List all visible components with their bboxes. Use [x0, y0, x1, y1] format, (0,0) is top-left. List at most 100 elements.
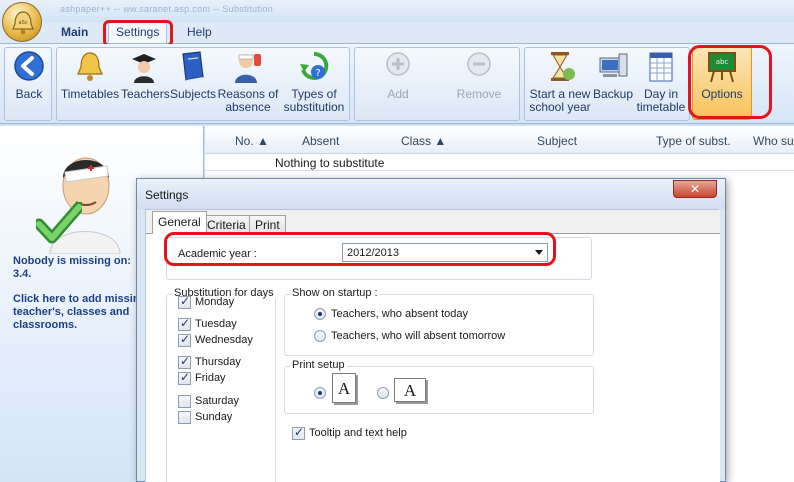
col-no[interactable]: No. ▲ — [235, 134, 269, 148]
tab-main[interactable]: Main — [61, 25, 88, 39]
settings-dialog: Settings ✕ Criteria Print General Academ… — [136, 178, 726, 482]
svg-text:?: ? — [315, 68, 320, 79]
options-button[interactable]: abc Options — [697, 50, 747, 101]
reasons-of-absence-button[interactable]: Reasons of absence — [217, 50, 279, 114]
computer-icon — [599, 53, 628, 77]
academic-year-value: 2012/2013 — [347, 247, 399, 259]
remove-button[interactable]: Remove — [454, 50, 504, 101]
col-type[interactable]: Type of subst. — [656, 134, 731, 148]
startup-group — [284, 294, 594, 356]
print-setup-label: Print setup — [290, 359, 347, 371]
add-missing-hint[interactable]: Click here to add missin teacher's, clas… — [13, 293, 140, 332]
startup-today-label: Teachers, who absent today — [331, 308, 468, 320]
reasons-label-2: absence — [225, 100, 271, 114]
status-line-1: Nobody is missing on: — [13, 255, 131, 267]
hourglass-icon — [551, 52, 575, 81]
menu-bar: Main Settings Help — [0, 22, 794, 44]
bell-icon — [77, 52, 103, 81]
refresh-question-icon: ? — [300, 51, 329, 80]
day-label: Wednesday — [195, 334, 253, 346]
col-subject[interactable]: Subject — [537, 134, 577, 148]
book-icon — [182, 51, 204, 82]
back-button[interactable]: Back — [10, 50, 48, 101]
tab-criteria[interactable]: Criteria — [201, 215, 252, 234]
academic-year-select[interactable]: 2012/2013 — [342, 243, 548, 262]
radio-tomorrow[interactable] — [314, 330, 326, 342]
academic-year-label: Academic year : — [176, 248, 259, 260]
portrait-page-icon[interactable]: A — [332, 373, 356, 403]
day-check[interactable] — [178, 354, 191, 369]
status-message: Nobody is missing on: 3.4. — [13, 255, 131, 281]
reasons-label-1: Reasons of — [217, 87, 279, 101]
subjects-button[interactable]: Subjects — [170, 50, 217, 101]
checkmark-icon — [36, 202, 82, 244]
dialog-tabs: Criteria Print General — [146, 210, 720, 235]
bell-icon: aSc — [12, 11, 34, 35]
hint-line-1: Click here to add missin — [13, 293, 140, 305]
dialog-client: Criteria Print General Academic year : 2… — [145, 209, 720, 482]
app-menu-button[interactable]: aSc — [2, 2, 42, 42]
day-label: Friday — [195, 372, 226, 384]
day-label: Saturday — [195, 395, 240, 407]
day-check[interactable] — [178, 370, 191, 385]
day-label-1: Day in — [643, 87, 678, 101]
radio-landscape[interactable] — [377, 387, 389, 399]
startup-label: Show on startup : — [290, 287, 380, 299]
window-title: ashpaper++ -- ww.saranet.asp.com -- Subs… — [60, 4, 273, 14]
tab-settings[interactable]: Settings — [108, 22, 168, 43]
options-label: Options — [701, 87, 743, 101]
backup-button[interactable]: Backup — [592, 50, 634, 101]
types-label-2: substitution — [283, 100, 345, 114]
graduate-icon — [132, 54, 156, 83]
start-label-2: school year — [529, 100, 591, 114]
minus-circle-icon — [467, 52, 491, 76]
subjects-label: Subjects — [170, 87, 217, 101]
day-check[interactable] — [178, 395, 191, 408]
back-arrow-icon — [14, 51, 44, 81]
day-in-timetable-button[interactable]: Day in timetable — [636, 50, 686, 114]
types-of-substitution-button[interactable]: ? Types of substitution — [280, 50, 348, 114]
plus-circle-icon — [386, 52, 410, 76]
print-setup-group — [284, 366, 594, 414]
tab-general[interactable]: General — [152, 211, 207, 235]
timetables-button[interactable]: Timetables — [60, 50, 120, 101]
col-who[interactable]: Who su — [753, 134, 794, 148]
empty-list-text: Nothing to substitute — [275, 156, 385, 170]
dialog-title-bar[interactable]: Settings ✕ — [137, 179, 725, 209]
hint-line-3: classrooms. — [13, 319, 78, 331]
hint-line-2: teacher's, classes and — [13, 306, 130, 318]
backup-label: Backup — [592, 87, 634, 101]
day-check[interactable] — [178, 316, 191, 331]
col-class[interactable]: Class ▲ — [401, 134, 446, 148]
col-absent[interactable]: Absent — [302, 134, 339, 148]
day-label: Sunday — [195, 411, 233, 423]
svg-text:aSc: aSc — [19, 20, 28, 26]
start-label-1: Start a new — [529, 87, 591, 101]
start-new-school-year-button[interactable]: Start a new school year — [529, 50, 591, 114]
teachers-button[interactable]: Teachers — [121, 50, 170, 101]
tooltip-check[interactable] — [292, 425, 305, 440]
dialog-title: Settings — [145, 188, 189, 202]
sick-person-icon — [235, 54, 261, 83]
close-button[interactable]: ✕ — [673, 180, 717, 198]
timetables-label: Timetables — [60, 87, 120, 101]
day-label: Monday — [195, 296, 235, 308]
radio-portrait[interactable] — [314, 387, 326, 399]
tab-print[interactable]: Print — [249, 215, 286, 234]
landscape-page-icon[interactable]: A — [394, 378, 426, 402]
general-page: Academic year : 2012/2013 Substitution f… — [146, 232, 720, 482]
day-check[interactable] — [178, 294, 191, 309]
svg-text:abc: abc — [716, 58, 729, 66]
list-header: No. ▲ Absent Class ▲ Subject Type of sub… — [205, 126, 794, 154]
day-label: Thursday — [195, 356, 241, 368]
day-check[interactable] — [178, 332, 191, 347]
day-label: Tuesday — [195, 318, 237, 330]
remove-label: Remove — [456, 87, 502, 101]
radio-today[interactable] — [314, 308, 326, 320]
tooltip-label: Tooltip and text help — [309, 427, 407, 439]
calendar-icon — [649, 52, 673, 82]
add-button[interactable]: Add — [380, 50, 416, 101]
day-check[interactable] — [178, 411, 191, 424]
tab-help[interactable]: Help — [187, 25, 212, 39]
title-bar: ashpaper++ -- ww.saranet.asp.com -- Subs… — [0, 0, 794, 22]
